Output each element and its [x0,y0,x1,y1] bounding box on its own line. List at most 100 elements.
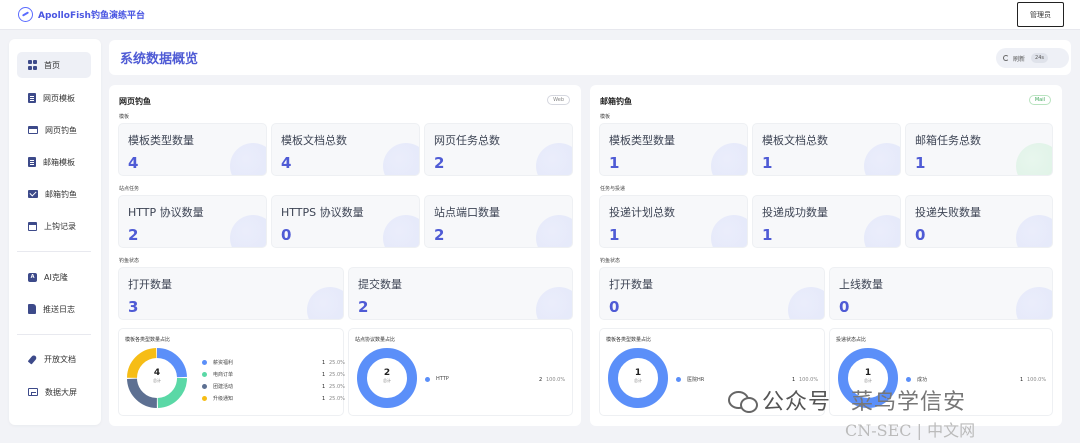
section-label: 站点任务 [119,186,140,192]
donut-center: 1 总计 [852,368,884,384]
user-menu-button[interactable]: 管理员 [1017,2,1064,27]
chart-title: 模板各类型数量占比 [606,337,652,343]
legend-item: HTTP [425,376,449,382]
stat-value: 2 [434,154,445,172]
legend-dot [202,384,207,389]
stat-value: 1 [609,154,620,172]
page-title: 系统数据概览 [120,52,199,67]
stat-value: 1 [762,226,773,244]
legend-count: 1 [1020,377,1024,383]
decorative-circle [230,215,266,247]
sidebar-item-label: 网页钓鱼 [45,125,77,135]
stat-card: 上线数量 0 [829,267,1053,320]
panel-tag: Mail [1028,95,1051,105]
sidebar-item-label: 数据大屏 [45,387,77,397]
stat-value: 0 [839,298,850,316]
refresh-icon [1003,55,1009,61]
refresh-button[interactable]: 刷新 24s [996,48,1069,68]
stat-value: 0 [281,226,292,244]
sidebar-item-mail-phishing[interactable]: 邮箱钓鱼 [17,181,91,207]
legend-dot [906,377,911,382]
stat-card: HTTPS 协议数量 0 [271,195,420,248]
calendar-icon [28,221,37,231]
sidebar-divider [17,334,91,335]
legend-count: 1 [322,384,326,390]
stat-label: 上线数量 [839,278,883,291]
legend-percent: 25.0% [329,372,345,378]
decorative-circle [1016,215,1052,247]
stat-value: 4 [128,154,139,172]
app-logo[interactable]: ApolloFish钓鱼演练平台 [18,7,145,22]
decorative-circle [1016,143,1052,175]
legend-label: 成功 [917,377,928,383]
sidebar-item-label: 首页 [44,60,60,70]
stat-value: 3 [128,298,139,316]
stat-value: 0 [609,298,620,316]
rocket-icon [28,355,37,364]
sidebar-item-mail-templates[interactable]: 邮箱模板 [17,149,91,175]
stat-label: 投递成功数量 [762,206,828,219]
stat-label: 模板类型数量 [609,134,675,147]
sidebar-item-push-log[interactable]: 推送日志 [17,296,91,322]
decorative-circle [536,143,572,175]
sidebar-item-hook-records[interactable]: 上钩记录 [17,213,91,239]
legend-percent: 100.0% [1027,377,1047,383]
legend-percent: 100.0% [799,377,819,383]
legend-label: 升级通知 [213,396,234,402]
sidebar-item-label: 邮箱钓鱼 [45,189,77,199]
donut-total: 4 [153,368,161,378]
sidebar-item-open-docs[interactable]: 开放文档 [17,346,91,372]
legend-label: HTTP [436,376,449,382]
legend-item: 升级通知 [202,395,233,402]
sidebar-divider [17,251,91,252]
sidebar-item-web-templates[interactable]: 网页模板 [17,85,91,111]
stat-value: 2 [358,298,369,316]
watermark-text: 公众号 [762,390,832,415]
sidebar-item-home[interactable]: 首页 [17,52,91,78]
stat-label: 网页任务总数 [434,134,500,147]
watermark-text: 菜鸟学信安 [851,390,967,415]
sidebar-item-ai-clone[interactable]: A AI克隆 [17,264,91,290]
section-label: 模板 [600,114,611,120]
sidebar-item-data-screen[interactable]: 数据大屏 [17,379,91,405]
legend-dot [676,377,681,382]
sidebar-item-label: 网页模板 [43,93,75,103]
sidebar: 首页 网页模板 网页钓鱼 邮箱模板 邮箱钓鱼 上钩记录 A AI克隆 推送日志 … [9,39,101,425]
decorative-circle [383,143,419,175]
decorative-circle [1016,287,1052,319]
decorative-circle [788,287,824,319]
decorative-circle [307,287,343,319]
ai-icon: A [28,272,37,282]
stat-label: 站点端口数量 [434,206,500,219]
donut-center: 4 总计 [141,368,173,384]
legend-item: 医院HR [676,376,704,383]
stat-card: 投递计划总数 1 [599,195,748,248]
donut-total-label: 总计 [634,378,642,383]
template-type-chart: 模板各类型数量占比 4 总计 薪资福利 1 25.0% 电商订单 1 25.0%… [118,328,345,416]
stat-card: 模板类型数量 4 [118,123,267,176]
watermark-site: CN-SEC | 中文网 [845,421,976,440]
legend-label: 医院HR [687,377,705,383]
overview-header: 系统数据概览 刷新 24s [109,40,1071,75]
section-label: 任务与投递 [600,186,626,192]
sidebar-item-web-phishing[interactable]: 网页钓鱼 [17,117,91,143]
stat-label: 模板文档总数 [281,134,347,147]
legend-percent: 25.0% [329,384,345,390]
stat-label: 投递计划总数 [609,206,675,219]
stat-card: 投递成功数量 1 [752,195,901,248]
refresh-label: 刷新 [1013,55,1026,63]
legend-percent: 25.0% [329,396,345,402]
site-protocol-chart: 站点协议数量占比 2 总计 HTTP 2 100.0% [348,328,573,416]
legend-count: 1 [322,396,326,402]
document-icon [28,157,36,167]
stat-value: 0 [915,226,926,244]
stat-card: 模板类型数量 1 [599,123,748,176]
legend-item: 成功 [906,376,927,383]
stat-card: 打开数量 0 [599,267,825,320]
legend-dot [425,376,430,382]
sidebar-item-label: AI克隆 [44,272,68,282]
donut-total: 1 [864,368,872,378]
dashboard-grid-icon [28,60,37,70]
stat-label: 提交数量 [358,278,402,291]
legend-count: 1 [792,377,796,383]
